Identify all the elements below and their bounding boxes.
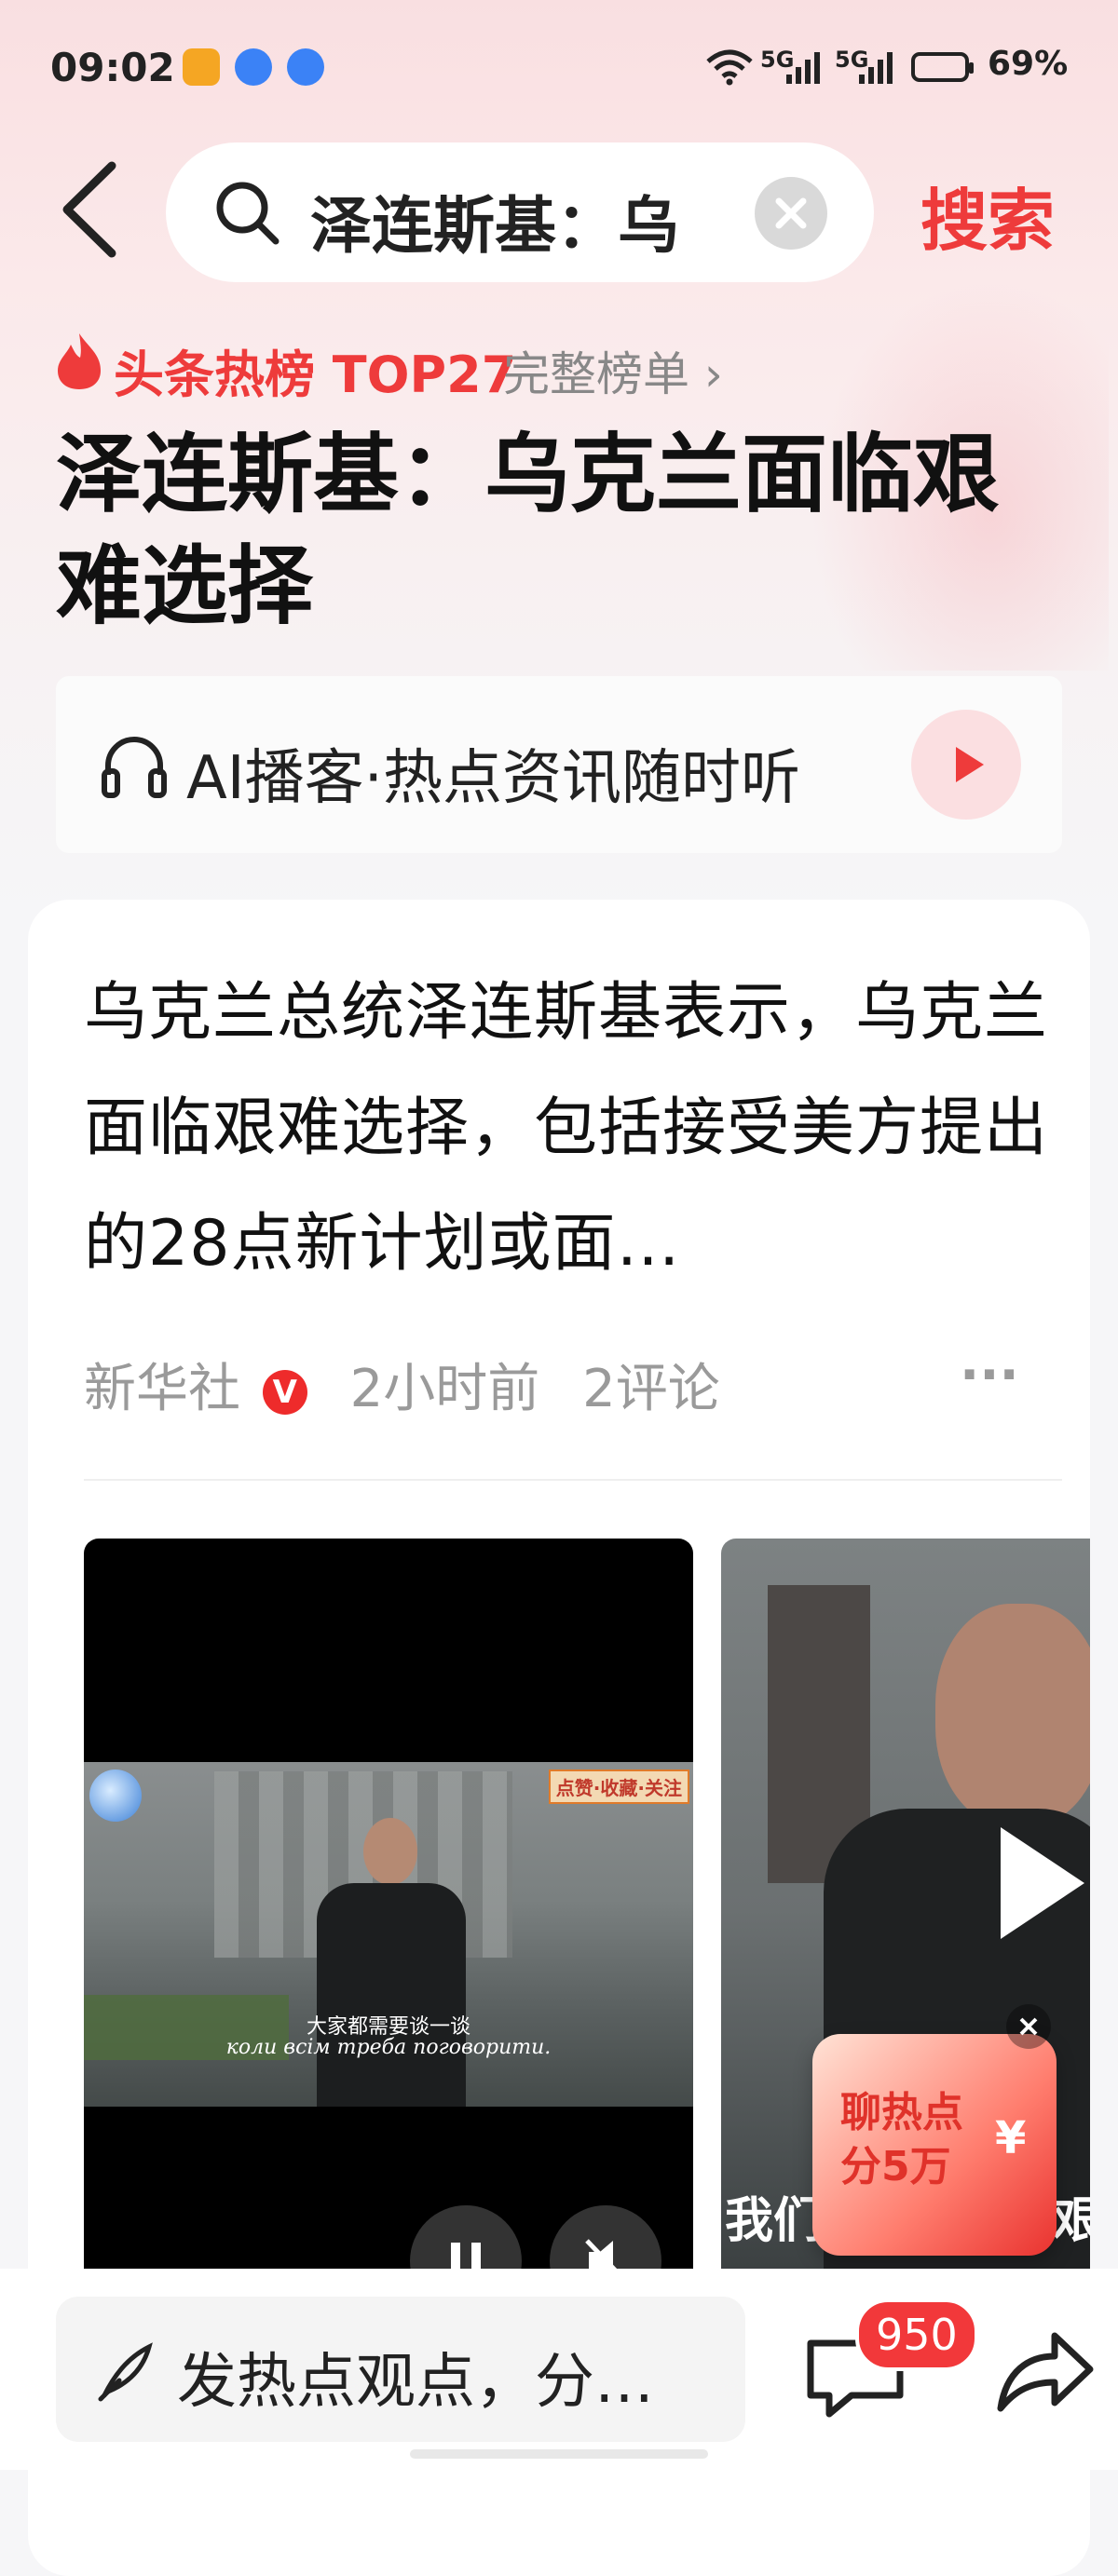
battery-icon [911, 52, 974, 82]
status-time: 09:02 [50, 45, 175, 90]
close-icon [775, 197, 807, 229]
play-icon [956, 747, 984, 782]
back-button[interactable] [54, 158, 129, 270]
headphones-icon [102, 737, 167, 798]
search-icon [216, 182, 280, 245]
globe-icon [89, 1769, 142, 1822]
notification-app-icon [183, 48, 220, 86]
more-options-button[interactable]: ··· [960, 1345, 1019, 1405]
close-icon [1019, 2017, 1038, 2036]
chevron-left-icon [62, 161, 116, 258]
article-meta: 新华社 V 2小时前 2评论 [84, 1347, 720, 1419]
promo-text: 聊热点 分5万 [840, 2086, 963, 2194]
video-caption-right: 艰 [1053, 2193, 1090, 2249]
article-summary[interactable]: 乌克兰总统泽连斯基表示，乌克兰面临艰难选择，包括接受美方提出的28点新计划或面… [84, 956, 1062, 1302]
hot-topic-title: 泽连斯基：乌克兰面临艰难选择 [56, 425, 1000, 636]
search-query-text: 泽连斯基：乌 [310, 190, 679, 262]
promo-close-button[interactable] [1006, 2004, 1051, 2049]
comment-input[interactable]: 发热点观点，分… [56, 2297, 745, 2442]
share-button[interactable] [988, 2315, 1099, 2427]
notification-app-icon [235, 48, 272, 86]
search-input[interactable]: 泽连斯基：乌 [166, 142, 874, 282]
full-list-link[interactable]: 完整榜单 › [503, 337, 723, 404]
article-source[interactable]: 新华社 [84, 1359, 240, 1419]
person-figure [317, 1818, 466, 2107]
play-icon[interactable] [982, 1818, 1090, 1952]
signal-bars-icon [786, 52, 820, 84]
promo-line1: 聊热点 [840, 2089, 963, 2136]
notification-app-icon [287, 48, 324, 86]
comment-placeholder: 发热点观点，分… [177, 2348, 654, 2417]
ai-podcast-play-button[interactable] [911, 710, 1021, 820]
video-thumbnail[interactable]: 点赞·收藏·关注 大家都需要谈一谈 коли всім треба погово… [84, 1539, 693, 2284]
ai-podcast-label: AI播客·热点资讯随时听 [186, 744, 800, 813]
person-head [363, 1818, 417, 1885]
pen-icon [98, 2342, 153, 2402]
promo-line2: 分5万 [840, 2143, 951, 2190]
person-head [935, 1604, 1090, 1827]
divider [84, 1479, 1062, 1481]
person-body [317, 1883, 466, 2107]
video-caption: 我们 [725, 2193, 823, 2249]
share-arrow-icon [997, 2332, 1094, 2412]
signal-bars-icon [859, 52, 893, 84]
battery-percent: 69% [988, 45, 1069, 83]
ai-podcast-bar[interactable]: AI播客·热点资讯随时听 [56, 676, 1062, 853]
article-time: 2小时前 [349, 1359, 540, 1419]
status-bar: 09:02 5G 5G 69% [0, 0, 1118, 140]
promo-red-envelope[interactable]: 聊热点 分5万 ¥ [812, 2034, 1057, 2256]
home-indicator [410, 2449, 708, 2459]
wifi-icon [706, 49, 753, 86]
article-comments: 2评论 [582, 1359, 720, 1419]
video-subtitle-ukrainian: коли всім треба поговорити. [225, 2036, 552, 2059]
hot-list-rank: 头条热榜 TOP27 [114, 346, 517, 404]
comment-count-badge: 950 [855, 2298, 978, 2371]
currency-icon: ¥ [995, 2112, 1027, 2164]
search-button[interactable]: 搜索 [920, 166, 1055, 264]
bottom-action-bar: 发热点观点，分… 950 [0, 2269, 1118, 2470]
flame-icon [58, 333, 101, 389]
like-collect-follow-tag: 点赞·收藏·关注 [548, 1769, 689, 1804]
verified-badge: V [262, 1370, 307, 1415]
clear-search-button[interactable] [755, 177, 827, 250]
